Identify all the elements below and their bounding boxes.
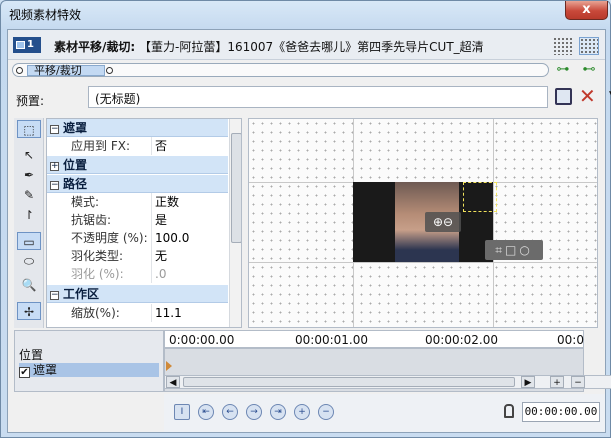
next-keyframe-icon[interactable]: → [246,404,262,420]
rectangle-mask-tool-icon[interactable]: ▭ [17,232,41,250]
last-keyframe-icon[interactable]: ⇥ [270,404,286,420]
clip-title: 素材平移/裁切: 【董力-阿拉蕾】161007《爸爸去哪儿》第四季先导片CUT_… [54,38,526,55]
pen-tool-icon[interactable]: ✒ [17,166,41,184]
effect-header: 1 素材平移/裁切: 【董力-阿拉蕾】161007《爸爸去哪儿》第四季先导片CU… [8,30,605,60]
zoom-controls[interactable]: ⊕⊖ [425,212,461,232]
plugin-chain-icon[interactable]: ⊶ [554,63,572,77]
title-bar[interactable]: 视频素材特效 x [1,1,611,25]
preset-dropdown[interactable]: (无标题) ▼ [88,86,611,108]
collapse-icon[interactable]: − [50,291,59,300]
property-grid: − 遮罩 应用到 FX: 否 + 位置 − 路径 模式: 正数 抗锯齿: 是 不… [46,118,242,328]
preset-value: (无标题) [95,92,141,106]
fit-frame-icon[interactable]: ⌗ [495,243,505,257]
fx-stack-icon [16,41,25,49]
window-title: 视频素材特效 [9,8,82,22]
prop-row-feather: 羽化 (%): .0 [71,265,167,283]
track-list: 位置 ✔ 遮罩 [14,330,164,392]
zoom-tool-icon[interactable]: 🔍 [17,276,41,294]
prop-row-zoom[interactable]: 缩放(%): 11.1 [47,304,228,322]
collapse-icon[interactable]: − [50,125,59,134]
list-view-icon[interactable] [553,37,573,55]
zoom-out-icon[interactable]: ⊖ [443,215,453,229]
frame-controls[interactable]: ⌗□○ [485,240,543,260]
video-frame [353,182,497,262]
mask-selection[interactable] [463,182,497,212]
scroll-right-icon[interactable]: ▶ [521,376,535,388]
plugin-add-icon[interactable]: ⊷ [580,63,598,77]
property-scrollbar[interactable] [229,119,241,327]
plugin-pan-crop[interactable]: 平移/裁切 [27,65,105,76]
prev-keyframe-icon[interactable]: ← [222,404,238,420]
track-mask[interactable]: ✔ 遮罩 [19,363,159,378]
effects-window: 视频素材特效 x 1 素材平移/裁切: 【董力-阿拉蕾】161007《爸爸去哪儿… [0,0,611,438]
zoom-out-timeline-icon[interactable]: − [571,376,585,388]
scroll-left-icon[interactable]: ◀ [166,376,180,388]
delete-keyframe-icon[interactable]: − [318,404,334,420]
ruler-tick: 00:00:01.00 [295,333,368,347]
first-keyframe-icon[interactable]: ⇤ [198,404,214,420]
effect-name: 素材平移/裁切: [54,40,136,54]
category-mask[interactable]: − 遮罩 [47,119,228,137]
grid-view-icon[interactable] [579,37,599,55]
prop-label: 应用到 FX: [71,139,130,153]
chain-end-icon [106,67,113,74]
plugin-chain: 平移/裁切 [12,63,549,77]
normal-edit-tool-icon[interactable]: ⬚ [17,120,41,138]
ellipse-mask-tool-icon[interactable]: ⬭ [17,252,41,270]
ruler-tick: 0:00:00.00 [169,333,235,347]
track-position[interactable]: 位置 [19,348,159,362]
expand-icon[interactable]: + [50,162,59,171]
circle-frame-icon[interactable]: ○ [519,243,532,257]
tool-column: ⬚ ↖ ✒ ✎ ↾ ▭ ⬭ 🔍 ✢ [14,118,44,328]
category-path[interactable]: − 路径 [47,175,228,193]
collapse-icon[interactable]: − [50,181,59,190]
pen-add-tool-icon[interactable]: ✎ [17,186,41,204]
keyframe-marker[interactable] [166,361,172,371]
keyframe-toolbar: I ⇤ ← → ⇥ + − 00:00:00.00 [164,394,605,432]
prop-row-feather-type[interactable]: 羽化类型: 无 [47,247,228,265]
prop-row-opacity[interactable]: 不透明度 (%): 100.0 [47,229,228,247]
anchor-tool-icon[interactable]: ✢ [17,302,41,320]
time-ruler[interactable]: 0:00:00.00 00:00:01.00 00:00:02.00 00:0 [164,330,584,348]
lock-icon[interactable] [504,404,514,418]
scrollbar-thumb[interactable] [231,133,241,243]
category-position[interactable]: + 位置 [47,156,228,174]
sync-cursor-icon[interactable]: I [174,404,190,420]
preview-canvas[interactable]: ⊕⊖ ⌗□○ [248,118,598,328]
add-keyframe-icon[interactable]: + [294,404,310,420]
chain-start-icon [16,67,23,74]
zoom-in-icon[interactable]: ⊕ [433,215,443,229]
save-preset-icon[interactable] [555,88,572,105]
timeline-scrollbar[interactable]: ◀ ▶ + − [164,375,611,389]
preset-label: 预置: [16,94,45,108]
prop-row-apply-fx[interactable]: 应用到 FX: 否 [47,137,228,155]
clip-name: 【董力-阿拉蕾】161007《爸爸去哪儿》第四季先导片CUT_超清 [139,40,484,54]
zoom-in-timeline-icon[interactable]: + [550,376,564,388]
close-button[interactable]: x [565,1,608,20]
ruler-tick: 00:0 [557,333,584,347]
guide-line [249,262,597,263]
prop-row-antialias[interactable]: 抗锯齿: 是 [47,211,228,229]
split-tool-icon[interactable]: ↾ [17,206,41,224]
category-workspace[interactable]: − 工作区 [47,285,228,303]
current-time-field[interactable]: 00:00:00.00 [522,402,600,422]
pointer-tool-icon[interactable]: ↖ [17,146,41,164]
track-checkbox[interactable]: ✔ [19,367,30,378]
scrollbar-thumb[interactable] [183,377,515,387]
prop-row-mode[interactable]: 模式: 正数 [47,193,228,211]
delete-preset-icon[interactable]: ✕ [579,84,596,108]
prop-value[interactable]: 否 [155,137,167,155]
ruler-tick: 00:00:02.00 [425,333,498,347]
client-area: 1 素材平移/裁切: 【董力-阿拉蕾】161007《爸爸去哪儿》第四季先导片CU… [7,29,611,433]
guide-line [493,119,494,327]
square-frame-icon[interactable]: □ [505,243,519,257]
